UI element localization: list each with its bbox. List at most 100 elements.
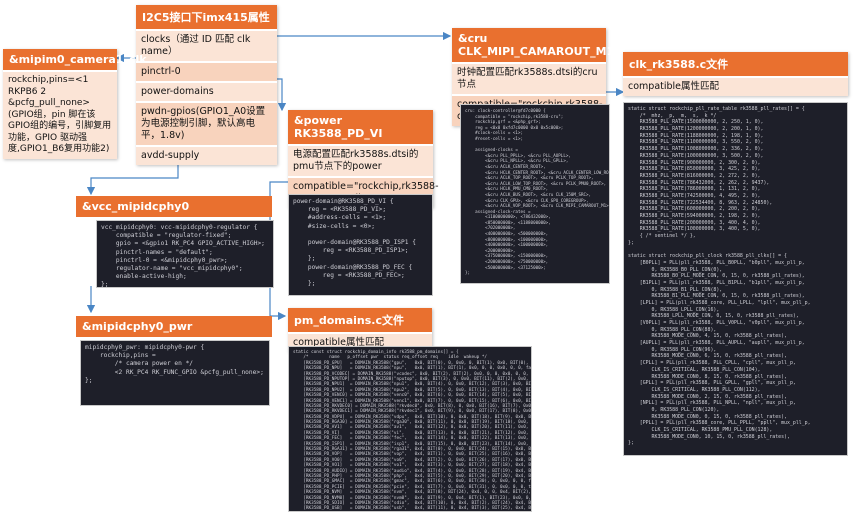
code-line: [PPLL] = PLL(pll_rk3588_core, PLL_PPLL, … — [628, 420, 811, 427]
cru-title: &cru CLK_MIPI_CAMAROUT_M1 — [452, 28, 614, 62]
code-line: RK3588_B1_PLL_MODE_CON, 0, 15, 0, rk3588… — [628, 293, 805, 300]
mipim0-body: rockchip,pins=<1 RKPB6 2 &pcfg_pull_none… — [3, 70, 117, 159]
code-line: RK3588_MODE_CON0, 6, 15, 0, rk3588_pll_r… — [628, 353, 787, 360]
code-line: RK3588_MODE_CON0, 10, 15, 0, rk3588_pll_… — [628, 433, 790, 440]
code-line: 0, RK3588_PLL_CON(88), — [628, 326, 717, 333]
pm-title: pm_domains.c文件 — [288, 308, 432, 332]
code-line: RK3588_PLL_RATE(742500000, 4, 495, 2, 0)… — [628, 192, 761, 199]
code-line: [B1PLL] = PLL(pll_rk3588, PLL_B1PLL, "b1… — [628, 279, 805, 286]
code-line: reg = <RK3588_PD_ISP1>; — [293, 247, 409, 255]
code-line: 0, RK3588_B1_PLL_CON(8), — [628, 286, 723, 293]
pwr-code-snippet: mipidcphy0_pwr: mipidcphy0-pwr { rockchi… — [80, 340, 270, 406]
code-line: <&cru ACLK_TOP_ROOT>, <&cru PCLK_TOP_ROO… — [465, 175, 594, 181]
code-line: RK3588_PLL_RATE(1100000000, 3, 550, 2, 0… — [628, 139, 764, 146]
code-line: [RK3588_PD_VO1] = DOMAIN_RK3588("vo1", 0… — [303, 463, 531, 469]
code-line: mipidcphy0_pwr: mipidcphy0-pwr { — [85, 344, 205, 351]
code-line: 0, RK3588_PLL_CON(96), — [628, 346, 717, 353]
code-line: RK3588_B0_PLL_MODE_CON, 0, 15, 0, rk3588… — [628, 273, 805, 280]
code-line: }; — [85, 376, 93, 384]
code-line: RK3588_PLL_RATE(1188000000, 2, 198, 1, 0… — [628, 132, 764, 139]
vcc-mipidcphy0-box: &vcc_mipidcphy0 — [76, 196, 272, 217]
code-line: reg = <RK3588_PD_FEC>; — [293, 271, 405, 279]
code-line: }; — [465, 270, 471, 276]
code-line: gpio = <&gpio1 RK_PC4 GPIO_ACTIVE_HIGH>; — [101, 240, 265, 248]
code-line: RK3588_PLL_RATE(594000000, 2, 198, 2, 0)… — [628, 213, 761, 219]
code-line: RK3588_PLL_RATE(600000000, 2, 200, 2, 0)… — [628, 206, 761, 213]
code-line: regulator-name = "vcc_mipidcphy0"; — [101, 264, 243, 272]
code-line: /* _mhz, _p, _m, _s, _k */ — [628, 112, 717, 119]
power-title: &power RK3588_PD_VI — [288, 110, 433, 144]
code-line: CLK_IS_CRITICAL, RK3588_PLL_CON(112), — [628, 386, 761, 393]
code-line: RK3588_MODE_CON0, 2, 15, 0, rk3588_pll_r… — [628, 393, 787, 400]
code-line: }; — [101, 281, 109, 288]
mipidcphy0-pwr-box: &mipidcphy0_pwr — [76, 316, 272, 337]
code-line: /* camera power en */ — [85, 360, 194, 368]
clk-title: clk_rk3588.c文件 — [623, 52, 848, 76]
code-line: [CPLL] = PLL(pll_rk3588, PLL_CPLL, "cpll… — [628, 360, 796, 367]
code-line: RK3588_PLL_RATE(1000000000, 3, 500, 2, 0… — [628, 152, 764, 159]
power-row-desc: 电源配置匹配rk3588s.dtsi的pmu节点下的power — [288, 144, 433, 176]
code-line: RK3588_PLL_RATE(900000000, 2, 300, 2, 0)… — [628, 159, 761, 166]
code-line: reg = <RK3588_PD_VI>; — [293, 206, 387, 214]
code-line: [RK3588_PD_RKVDEC1] = DOMAIN_RK3588("rkv… — [303, 409, 531, 415]
code-line: RK3588_PLL_RATE(816000000, 2, 272, 2, 0)… — [628, 172, 761, 179]
code-line: power-domain@RK3588_PD_FEC { — [293, 263, 413, 271]
code-line: [RK3588_PD_FEC] = DOMAIN_RK3588("fec", 0… — [303, 436, 531, 442]
code-line: CLK_IS_CRITICAL, RK3588_PLL_CON(104), — [628, 366, 761, 373]
pm-domains-code-snippet: static const struct rockchip_domain_info… — [288, 346, 532, 512]
code-line: RK3588_LPLL_MODE_CON, 0, 15, 0, rk3588_p… — [628, 313, 799, 320]
cru-code-snippet: cru: clock-controller@fd7c0000 { compati… — [460, 104, 610, 284]
code-line: [V0PLL] = PLL(pll_rk3588, PLL_V0PLL, "v0… — [628, 320, 805, 326]
code-line: static struct rockchip_pll_rate_table rk… — [628, 106, 805, 112]
code-line: RK3588_MODE_CON0, 4, 15, 0, rk3588_pll_r… — [628, 333, 787, 340]
code-line: RK3588_PLL_RATE(1008000000, 2, 336, 2, 0… — [628, 146, 764, 153]
code-line: [AUPLL] = PLL(pll_rk3588, PLL_AUPLL, "au… — [628, 340, 805, 347]
code-line: <&cru ACLK_VOP_ROOT>, <&cru CLK_MIPI_CAM… — [465, 203, 610, 209]
code-line: CLK_IS_CRITICAL, RK3588_PMU_PLL_CON(128)… — [628, 427, 773, 433]
code-line: RK3588_MODE_CON0, 0, 15, 0, rk3588_pll_r… — [628, 413, 787, 420]
code-line: [RK3588_PD_VENC0] = DOMAIN_RK3588("venc0… — [303, 393, 531, 399]
code-line: }; — [628, 239, 634, 246]
code-line: RK3588_PLL_RATE(100000000, 3, 400, 5, 0)… — [628, 226, 761, 233]
cru-row-desc: 时钟配置匹配rk3588s.dtsi的cru节点 — [452, 62, 606, 94]
code-line: }; — [293, 255, 316, 263]
code-line: RK3588_PLL_RATE(786000000, 1, 131, 2, 0)… — [628, 186, 761, 193]
code-line: enable-active-high; — [101, 273, 187, 281]
arrow-avdd-to-vcc — [86, 164, 179, 196]
code-line: { /* sentinel */ }, — [628, 233, 696, 240]
row-avdd-supply: avdd-supply — [136, 145, 277, 165]
clk-code-snippet: static struct rockchip_pll_rate_table rk… — [623, 102, 848, 456]
pwr-title: &mipidcphy0_pwr — [76, 316, 272, 337]
imx415-properties-box: I2C5接口下imx415属性 clocks（通过 ID 匹配 clk name… — [136, 5, 277, 165]
imx415-title: I2C5接口下imx415属性 — [136, 5, 277, 29]
row-pinctrl: pinctrl-0 — [136, 61, 277, 81]
row-pwdn-gpios: pwdn-gpios(GPIO1_A0设置为电源控制引脚，默认高电平，1.8v) — [136, 101, 277, 145]
code-line: RK3588_PLL_RATE(850000000, 3, 425, 2, 0)… — [628, 166, 761, 173]
code-line: 0, RK3588_LPLL_CON(16), — [628, 306, 720, 313]
code-line: [RK3588_PD_USB] = DOMAIN_RK3588("usb", 0… — [303, 506, 531, 512]
row-clocks: clocks（通过 ID 匹配 clk name） — [136, 29, 277, 61]
code-line: power-domain@RK3588_PD_VI { — [293, 198, 394, 205]
code-line: rockchip,pins = — [85, 352, 156, 360]
code-line: [RK3588_PD_NVM] = DOMAIN_RK3588("nvm", 0… — [303, 490, 531, 496]
code-line: RK3588_MODE_CON0, 8, 15, 0, rk3588_pll_r… — [628, 373, 787, 380]
code-line: RK3588_PLL_RATE(1200000000, 2, 200, 1, 0… — [628, 126, 764, 133]
code-line: [RK3588_PD_NPU] = DOMAIN_RK3588("npu", 0… — [293, 366, 532, 372]
clk-rk3588-box: clk_rk3588.c文件 compatible属性匹配 — [623, 52, 848, 96]
code-line: RK3588_PLL_RATE(1500000000, 2, 250, 1, 0… — [628, 119, 764, 126]
code-line: <2 RK_PC4 RK_FUNC_GPIO &pcfg_pull_none>; — [85, 368, 264, 376]
vcc-code-snippet: vcc_mipidcphy0: vcc-mipidcphy0-regulator… — [96, 220, 274, 288]
code-line: compatible = "regulator-fixed"; — [101, 232, 232, 240]
code-line: pinctrl-0 = <&mipidcphy0_pwr>; — [101, 256, 228, 264]
code-line: pinctrl-names = "default"; — [101, 248, 213, 256]
code-line: <&cru ACLK_BUS_ROOT>, <&cru CLK_150M_SRC… — [465, 191, 592, 197]
mipim0-camera-clk-box: &mipim0_camera1_clk rockchip,pins=<1 RKP… — [3, 49, 147, 159]
clk-row-compatible: compatible属性匹配 — [623, 76, 848, 96]
code-line: #size-cells = <0>; — [293, 222, 375, 230]
code-line: [NPLL] = PLL(pll_rk3588, PLL_NPLL, "npll… — [628, 400, 796, 407]
code-line: RK3588_PLL_RATE(200000000, 3, 400, 4, 0)… — [628, 219, 761, 226]
code-line: 0, RK3588_B0_PLL_CON(0), — [628, 266, 723, 273]
code-line: [LPLL] = PLL(pll_rk3588_core, PLL_LPLL, … — [628, 299, 811, 306]
code-line: power-domain@RK3588_PD_ISP1 { — [293, 238, 416, 246]
